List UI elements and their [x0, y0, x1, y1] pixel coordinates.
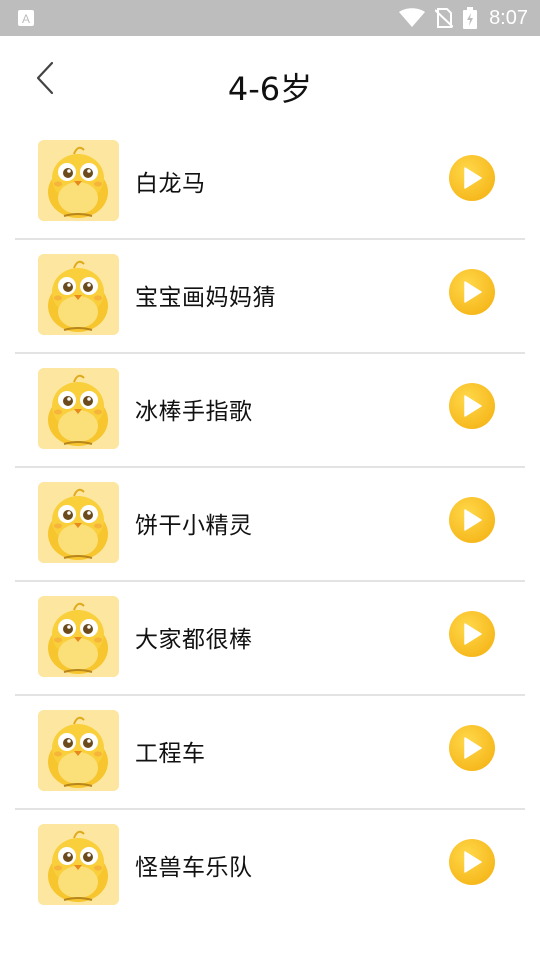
song-list: 白龙马 宝宝画妈妈猜 冰棒手指歌 饼干小精灵 大家都很棒 工程车 怪兽车乐队 — [0, 126, 540, 922]
chick-icon — [38, 824, 119, 905]
play-icon — [464, 623, 482, 645]
song-title: 冰棒手指歌 — [135, 399, 253, 425]
song-thumbnail — [38, 482, 119, 563]
play-button[interactable] — [449, 497, 495, 543]
play-button[interactable] — [449, 839, 495, 885]
chick-icon — [38, 482, 119, 563]
status-time: 8:07 — [489, 6, 528, 29]
play-icon — [464, 851, 482, 873]
song-title: 白龙马 — [135, 171, 206, 197]
chick-icon — [38, 710, 119, 791]
song-title: 怪兽车乐队 — [135, 855, 253, 881]
no-sim-icon — [435, 8, 454, 28]
play-button[interactable] — [449, 611, 495, 657]
play-icon — [464, 395, 482, 417]
play-button[interactable] — [449, 269, 495, 315]
song-row[interactable]: 大家都很棒 — [15, 582, 525, 696]
wifi-icon — [399, 8, 426, 27]
chick-icon — [38, 368, 119, 449]
svg-text:A: A — [22, 12, 30, 26]
chick-icon — [38, 140, 119, 221]
song-thumbnail — [38, 824, 119, 905]
play-button[interactable] — [449, 725, 495, 771]
song-title: 宝宝画妈妈猜 — [135, 285, 276, 311]
song-title: 大家都很棒 — [135, 627, 253, 653]
battery-charging-icon — [463, 7, 478, 29]
song-title: 工程车 — [135, 741, 206, 767]
song-row[interactable]: 怪兽车乐队 — [15, 810, 525, 922]
song-thumbnail — [38, 140, 119, 221]
play-icon — [464, 167, 482, 189]
status-bar: A 8:07 — [0, 0, 540, 36]
chick-icon — [38, 596, 119, 677]
song-thumbnail — [38, 710, 119, 791]
app-header: 4-6岁 — [0, 36, 540, 132]
play-button[interactable] — [449, 155, 495, 201]
play-icon — [464, 737, 482, 759]
page-title: 4-6岁 — [227, 70, 313, 108]
song-row[interactable]: 工程车 — [15, 696, 525, 810]
play-icon — [464, 281, 482, 303]
song-thumbnail — [38, 254, 119, 335]
play-button[interactable] — [449, 383, 495, 429]
song-row[interactable]: 冰棒手指歌 — [15, 354, 525, 468]
a-notification-icon: A — [18, 10, 34, 26]
song-thumbnail — [38, 596, 119, 677]
song-row[interactable]: 宝宝画妈妈猜 — [15, 240, 525, 354]
song-thumbnail — [38, 368, 119, 449]
play-icon — [464, 509, 482, 531]
status-icons: 8:07 — [399, 0, 528, 36]
chick-icon — [38, 254, 119, 335]
song-row[interactable]: 饼干小精灵 — [15, 468, 525, 582]
song-row[interactable]: 白龙马 — [15, 126, 525, 240]
song-title: 饼干小精灵 — [135, 513, 253, 539]
